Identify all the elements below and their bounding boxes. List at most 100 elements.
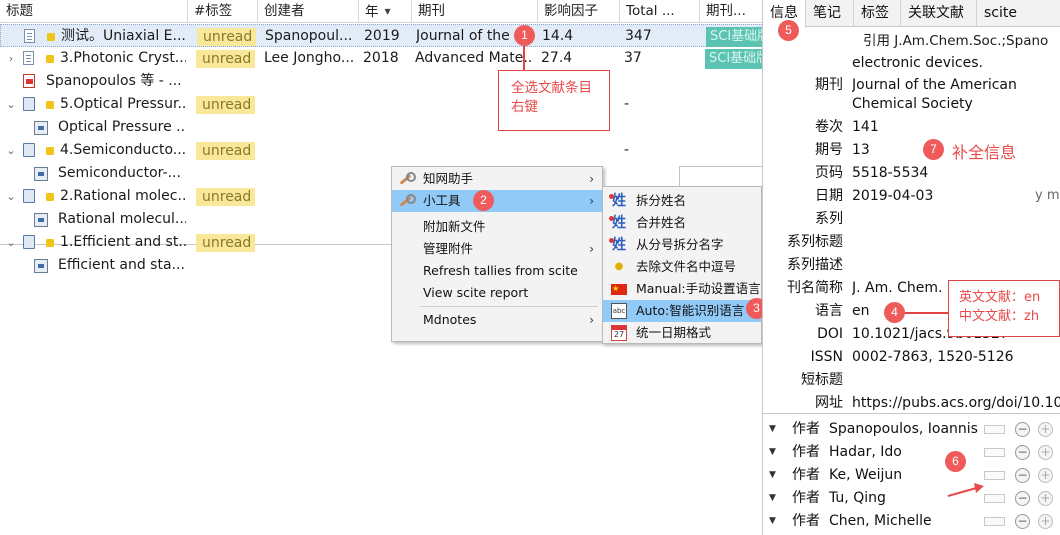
chevron-down-icon[interactable]: ⌄ (5, 93, 17, 116)
minus-icon[interactable]: − (1015, 445, 1030, 460)
minus-icon[interactable]: − (1015, 514, 1030, 529)
submenu-item-auto-language[interactable]: abc Auto:智能识别语言 (603, 300, 761, 322)
table-row[interactable]: Optical Pressure ... (0, 116, 764, 139)
row-year: 2018 (363, 50, 399, 66)
chevron-down-icon[interactable]: ⌄ (5, 231, 17, 254)
plus-icon[interactable]: + (1038, 491, 1053, 506)
field-value-volume[interactable]: 141 (852, 118, 1060, 137)
creator-type[interactable]: 作者 (792, 464, 820, 487)
sci-badge: SCI基础版 (705, 49, 764, 69)
name-mode-switch[interactable] (984, 425, 1005, 434)
creator-row[interactable]: ▼ 作者 Ke, Weijun − + (763, 464, 1060, 487)
attachment-icon (34, 121, 48, 135)
plus-icon[interactable]: + (1038, 422, 1053, 437)
field-label: 系列 (815, 211, 843, 227)
col-journal-short[interactable]: 期刊... (700, 0, 764, 23)
name-mode-switch[interactable] (984, 448, 1005, 457)
field-value-language[interactable]: en (852, 302, 882, 321)
name-mode-switch[interactable] (984, 471, 1005, 480)
col-creator[interactable]: 创建者 (258, 0, 359, 23)
menu-item-tools[interactable]: 小工具 › (392, 190, 602, 212)
chevron-down-icon[interactable]: ⌄ (5, 139, 17, 162)
creator-row[interactable]: ▼ 作者 Hadar, Ido − + (763, 441, 1060, 464)
tab-related[interactable]: 关联文献 (901, 0, 977, 27)
triangle-down-icon[interactable]: ▼ (769, 487, 776, 510)
submenu-item-split-semicolon[interactable]: 姓 从分号拆分名字 (603, 234, 761, 256)
row-journal: Advanced Mate... (415, 50, 533, 66)
table-row[interactable]: ⌄ 4.Semiconducto... unread - (0, 139, 764, 162)
creator-row[interactable]: ▼ 作者 Tu, Qing − + (763, 487, 1060, 510)
creator-name[interactable]: Tu, Qing (829, 487, 886, 510)
menu-item-label: 附加新文件 (423, 219, 486, 234)
plus-icon[interactable]: + (1038, 468, 1053, 483)
row-impact: 27.4 (541, 50, 573, 66)
china-flag-icon (611, 281, 627, 297)
table-row[interactable]: Spanopoulos 等 - ... (0, 70, 764, 93)
inline-edit-field[interactable] (679, 166, 763, 187)
tag-color-dot (46, 147, 54, 155)
creator-row[interactable]: ▼ 作者 Spanopoulos, Ioannis − + (763, 418, 1060, 441)
triangle-down-icon[interactable]: ▼ (769, 464, 776, 487)
tag-color-dot (46, 55, 54, 63)
col-journal[interactable]: 期刊 (412, 0, 538, 23)
field-value-issn[interactable]: 0002-7863, 1520-5126 (852, 348, 1060, 367)
field-value-url[interactable]: https://pubs.acs.org/doi/10.102 (852, 394, 1060, 413)
menu-item-manage-attachments[interactable]: 管理附件 › (392, 238, 602, 260)
plus-icon[interactable]: + (1038, 514, 1053, 529)
creator-row[interactable]: ▼ 作者 Chen, Michelle − + (763, 510, 1060, 533)
item-pane-tabs: 信息 笔记 标签 关联文献 scite (763, 0, 1060, 28)
col-impact[interactable]: 影响因子 (538, 0, 620, 23)
triangle-down-icon[interactable]: ▼ (769, 418, 776, 441)
minus-icon[interactable]: − (1015, 468, 1030, 483)
menu-item-label: Refresh tallies from scite (423, 263, 578, 278)
creator-type[interactable]: 作者 (792, 441, 820, 464)
col-year[interactable]: 年 ▼ (359, 0, 412, 23)
submenu-item-merge-name[interactable]: 姓 合并姓名 (603, 212, 761, 234)
field-value-date[interactable]: 2019-04-03 (852, 187, 972, 206)
table-row[interactable]: ⌄ 5.Optical Pressur... unread - (0, 93, 764, 116)
triangle-down-icon[interactable]: ▼ (769, 441, 776, 464)
menu-item-mdnotes[interactable]: Mdnotes › (392, 309, 602, 331)
plus-icon[interactable]: + (1038, 445, 1053, 460)
col-tag[interactable]: #标签 (188, 0, 258, 23)
table-row[interactable]: Semiconductor-... (0, 162, 764, 185)
col-total[interactable]: Total ... (620, 0, 700, 23)
submenu-item-date-format[interactable]: 27 统一日期格式 (603, 322, 761, 343)
tab-notes[interactable]: 笔记 (806, 0, 854, 27)
triangle-down-icon[interactable]: ▼ (769, 510, 776, 533)
creator-type[interactable]: 作者 (792, 510, 820, 533)
table-row[interactable]: › 3.Photonic Cryst... unread Lee Jongho.… (0, 47, 764, 70)
menu-item-cnki-helper[interactable]: 知网助手 › (392, 168, 602, 190)
minus-icon[interactable]: − (1015, 491, 1030, 506)
menu-item-attach-file[interactable]: 附加新文件 (392, 216, 602, 238)
tab-scite[interactable]: scite (977, 0, 1027, 27)
creator-type[interactable]: 作者 (792, 418, 820, 441)
chevron-right-icon[interactable]: › (5, 47, 17, 70)
name-mode-switch[interactable] (984, 517, 1005, 526)
creator-name[interactable]: Hadar, Ido (829, 441, 902, 464)
submenu-item-manual-language[interactable]: Manual:手动设置语言 (603, 278, 761, 300)
submenu-item-split-name[interactable]: 姓 拆分姓名 (603, 190, 761, 212)
chevron-down-icon[interactable]: ⌄ (5, 185, 17, 208)
date-format-hint: y m (1035, 188, 1060, 203)
row-title: Optical Pressure ... (58, 119, 186, 135)
creator-type[interactable]: 作者 (792, 487, 820, 510)
menu-item-view-scite[interactable]: View scite report (392, 282, 602, 304)
col-title[interactable]: 标题 (0, 0, 188, 23)
creator-name[interactable]: Chen, Michelle (829, 510, 932, 533)
field-value-pages[interactable]: 5518-5534 (852, 164, 1060, 183)
field-value-journal[interactable]: Journal of the American Chemical Society (852, 76, 1060, 114)
creator-name[interactable]: Spanopoulos, Ioannis (829, 418, 978, 441)
name-mode-switch[interactable] (984, 494, 1005, 503)
creator-name[interactable]: Ke, Weijun (829, 464, 902, 487)
attachment-icon (34, 259, 48, 273)
submenu-item-remove-comma[interactable]: ● 去除文件名中逗号 (603, 256, 761, 278)
menu-item-refresh-scite[interactable]: Refresh tallies from scite (392, 260, 602, 282)
table-row[interactable]: 测试。Uniaxial E... unread Spanopoul... 201… (0, 24, 765, 47)
row-title: 测试。Uniaxial E... (61, 28, 186, 44)
attachment-icon (34, 213, 48, 227)
tab-tags[interactable]: 标签 (854, 0, 901, 27)
row-creator: Lee Jongho... (264, 50, 355, 66)
minus-icon[interactable]: − (1015, 422, 1030, 437)
tag-color-dot (46, 101, 54, 109)
